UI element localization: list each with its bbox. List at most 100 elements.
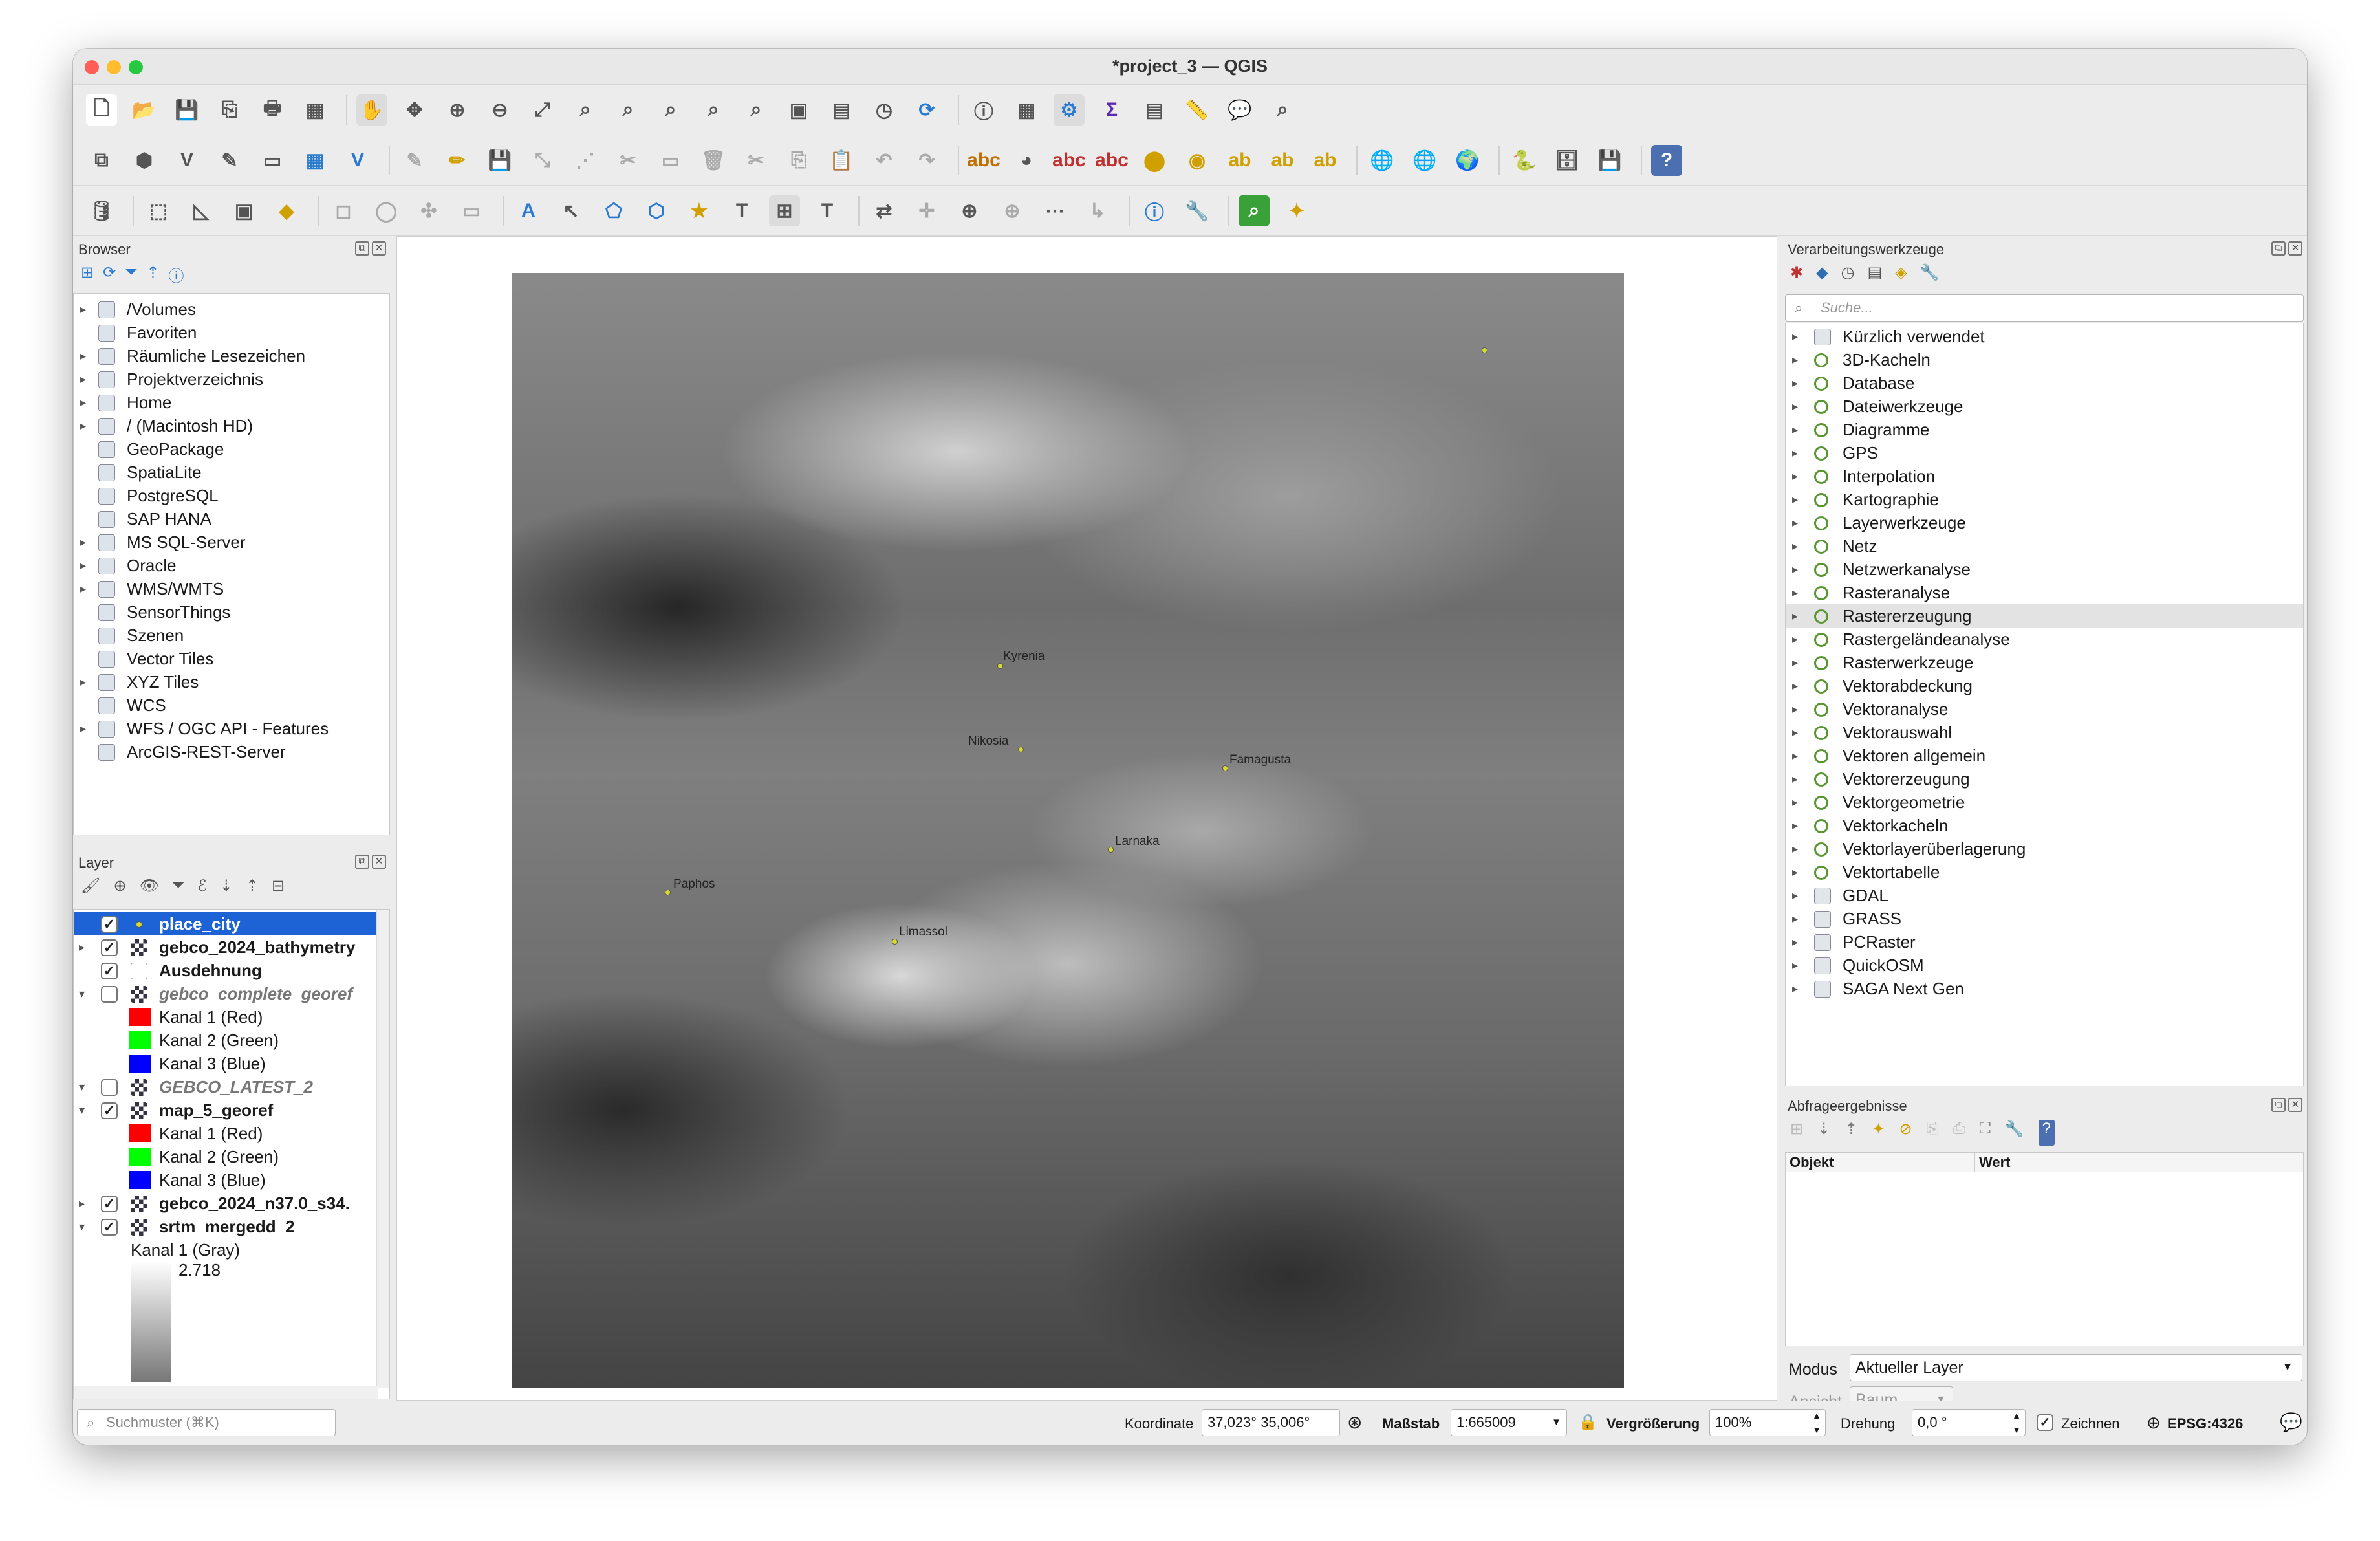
browser-item[interactable]: ArcGIS-REST-Server <box>74 740 389 763</box>
processing-group[interactable]: ▸ Rasteranalyse <box>1786 581 2303 604</box>
layer-item[interactable]: ▾ GEBCO_LATEST_2 <box>74 1075 376 1098</box>
processing-group[interactable]: ▸ QuickOSM <box>1786 954 2303 977</box>
label-change-icon[interactable]: ab <box>1224 145 1255 176</box>
zoom-layer-icon[interactable]: ⌕ <box>612 94 644 126</box>
zoom-native-icon[interactable]: ⌕ <box>655 94 686 126</box>
select-annotation-icon[interactable]: ↖ <box>556 195 587 226</box>
label-show-icon[interactable]: abc <box>1095 145 1129 176</box>
expand-arrow-icon[interactable]: ▸ <box>80 530 86 554</box>
expand-arrow-icon[interactable]: ▸ <box>1792 511 1798 534</box>
expand-arrow-icon[interactable]: ▸ <box>1792 488 1798 511</box>
expand-arrow-icon[interactable]: ▸ <box>1792 954 1798 977</box>
info-icon[interactable]: ⓘ <box>169 263 184 289</box>
expand-arrow-icon[interactable]: ▸ <box>1792 744 1798 767</box>
browser-item[interactable]: ▸ WFS / OGC API - Features <box>74 717 389 740</box>
browser-item[interactable]: ▸ /Volumes <box>74 298 389 321</box>
layer-visibility-checkbox[interactable]: ✓ <box>101 963 118 979</box>
label-edit-icon[interactable]: ab <box>1310 145 1341 176</box>
new-virtual-layer-icon[interactable]: ▭ <box>257 145 288 176</box>
refresh-icon[interactable]: ⟳ <box>103 263 116 289</box>
processing-group[interactable]: ▸ Layerwerkzeuge <box>1786 511 2303 534</box>
processing-group[interactable]: ▸ GDAL <box>1786 884 2303 907</box>
expand-arrow-icon[interactable]: ▸ <box>1792 604 1798 628</box>
processing-group[interactable]: ▸ Dateiwerkzeuge <box>1786 395 2303 418</box>
processing-group[interactable]: ▸ Netz <box>1786 534 2303 558</box>
processing-group[interactable]: ▸ Kartographie <box>1786 488 2303 511</box>
processing-group[interactable]: ▸ SAGA Next Gen <box>1786 977 2303 1000</box>
layer-visibility-checkbox[interactable] <box>101 986 118 1003</box>
mode-select[interactable]: Aktueller Layer ▼ <box>1850 1354 2302 1381</box>
layer-item[interactable]: ✓ place_city <box>74 912 376 935</box>
browser-item[interactable]: SensorThings <box>74 600 389 624</box>
browser-item[interactable]: ▸ / (Macintosh HD) <box>74 414 389 437</box>
text-label-icon[interactable]: T <box>726 195 757 226</box>
expand-all-icon[interactable]: ⇣ <box>1817 1120 1830 1146</box>
layer-item[interactable]: ▾ gebco_complete_georef <box>74 982 376 1005</box>
cut-icon[interactable]: ✂ <box>741 145 772 176</box>
expand-arrow-icon[interactable]: ▸ <box>79 935 85 959</box>
python-console-icon[interactable]: 🐍 <box>1509 145 1540 176</box>
browser-item[interactable]: Favoriten <box>74 321 389 344</box>
open-table-icon[interactable]: ▤ <box>1139 94 1170 126</box>
layer-visibility-checkbox[interactable]: ✓ <box>101 1196 118 1212</box>
expand-new-icon[interactable]: ✦ <box>1872 1120 1885 1146</box>
locator-search-input[interactable]: ⌕ Suchmuster (⌘K) <box>77 1409 336 1436</box>
zoom-out-icon[interactable]: ⊖ <box>484 94 515 126</box>
new-spatialite-icon[interactable]: ✎ <box>214 145 245 176</box>
browser-item[interactable]: ▸ Räumliche Lesezeichen <box>74 344 389 367</box>
attribute-table-icon[interactable]: ▦ <box>1011 94 1042 126</box>
expand-arrow-icon[interactable]: ▸ <box>1792 930 1798 954</box>
processing-group[interactable]: ▸ Database <box>1786 371 2303 395</box>
vertex-tool-icon[interactable]: ⋰ <box>570 145 601 176</box>
processing-search-input[interactable]: ⌕ Suche... <box>1785 294 2304 322</box>
text-annotation-icon[interactable]: A <box>513 195 544 226</box>
layer-item[interactable]: Kanal 2 (Green) <box>74 1145 376 1168</box>
expand-arrow-icon[interactable]: ▸ <box>1792 814 1798 837</box>
coordinate-field[interactable]: 37,023° 35,006° <box>1202 1409 1340 1436</box>
browser-item[interactable]: SpatiaLite <box>74 461 389 484</box>
processing-group[interactable]: ▸ Rastergeländeanalyse <box>1786 628 2303 651</box>
browser-item[interactable]: ▸ XYZ Tiles <box>74 670 389 694</box>
add-raster-icon[interactable]: ▦ <box>299 145 330 176</box>
layer-item[interactable]: ▾ ✓ srtm_mergedd_2 <box>74 1215 376 1238</box>
options-icon[interactable]: 🔧 <box>1920 263 1940 289</box>
python-icon[interactable]: ◆ <box>1816 263 1828 289</box>
expand-arrow-icon[interactable]: ▸ <box>1792 791 1798 814</box>
label-toolbar-icon[interactable]: abc <box>967 145 1001 176</box>
new-shapefile-icon[interactable]: V <box>171 145 202 176</box>
identify-icon[interactable]: ⓘ <box>968 94 999 126</box>
label-rotate-icon[interactable]: ◉ <box>1182 145 1213 176</box>
node-tool-icon[interactable]: ✂ <box>612 145 644 176</box>
browser-item[interactable]: ▸ Oracle <box>74 554 389 577</box>
layers-vertical-scrollbar[interactable] <box>376 910 389 1388</box>
browser-item[interactable]: ▸ Home <box>74 391 389 414</box>
lock-icon[interactable]: 🔒 <box>1578 1413 1597 1432</box>
processing-group[interactable]: ▸ Vektorauswahl <box>1786 721 2303 744</box>
expand-arrow-icon[interactable]: ▸ <box>1792 348 1798 371</box>
expand-arrow-icon[interactable]: ▸ <box>1792 767 1798 791</box>
zoom-last-icon[interactable]: ⌕ <box>698 94 729 126</box>
label-pin-icon[interactable]: abc <box>1052 145 1086 176</box>
toggle-extent-icon[interactable]: ⊛ <box>1347 1412 1362 1433</box>
processing-toolbox-icon[interactable]: ⚙ <box>1054 94 1085 126</box>
processing-group[interactable]: ▸ Rastererzeugung <box>1786 604 2303 628</box>
toggle-editing-icon[interactable]: ✏ <box>442 145 473 176</box>
print-layout-icon[interactable]: 🖶 <box>257 94 288 126</box>
paste-icon[interactable]: 📋 <box>826 145 857 176</box>
current-edits-icon[interactable]: ✎ <box>399 145 430 176</box>
zoom-next-icon[interactable]: ⌕ <box>741 94 772 126</box>
browser-item[interactable]: SAP HANA <box>74 507 389 530</box>
expand-arrow-icon[interactable]: ▸ <box>80 367 86 391</box>
layer-visibility-checkbox[interactable] <box>101 1079 118 1096</box>
help-icon[interactable]: ? <box>1651 145 1682 176</box>
label-highlight-icon[interactable]: ab <box>1267 145 1298 176</box>
delete-selected-icon[interactable]: 🗑 <box>698 145 729 176</box>
render-checkbox[interactable]: ✓ <box>2037 1414 2053 1431</box>
expand-arrow-icon[interactable]: ▸ <box>1792 534 1798 558</box>
column-value[interactable]: Wert <box>1974 1153 2011 1172</box>
digitize-shape-icon[interactable]: ◻ <box>328 195 359 226</box>
scale-field[interactable]: 1:665009 ▼ <box>1451 1409 1567 1436</box>
save-db-icon[interactable]: 💾 <box>1594 145 1625 176</box>
processing-group[interactable]: ▸ Vektorlayerüberlagerung <box>1786 837 2303 860</box>
close-panel-icon[interactable]: ✕ <box>372 855 386 869</box>
